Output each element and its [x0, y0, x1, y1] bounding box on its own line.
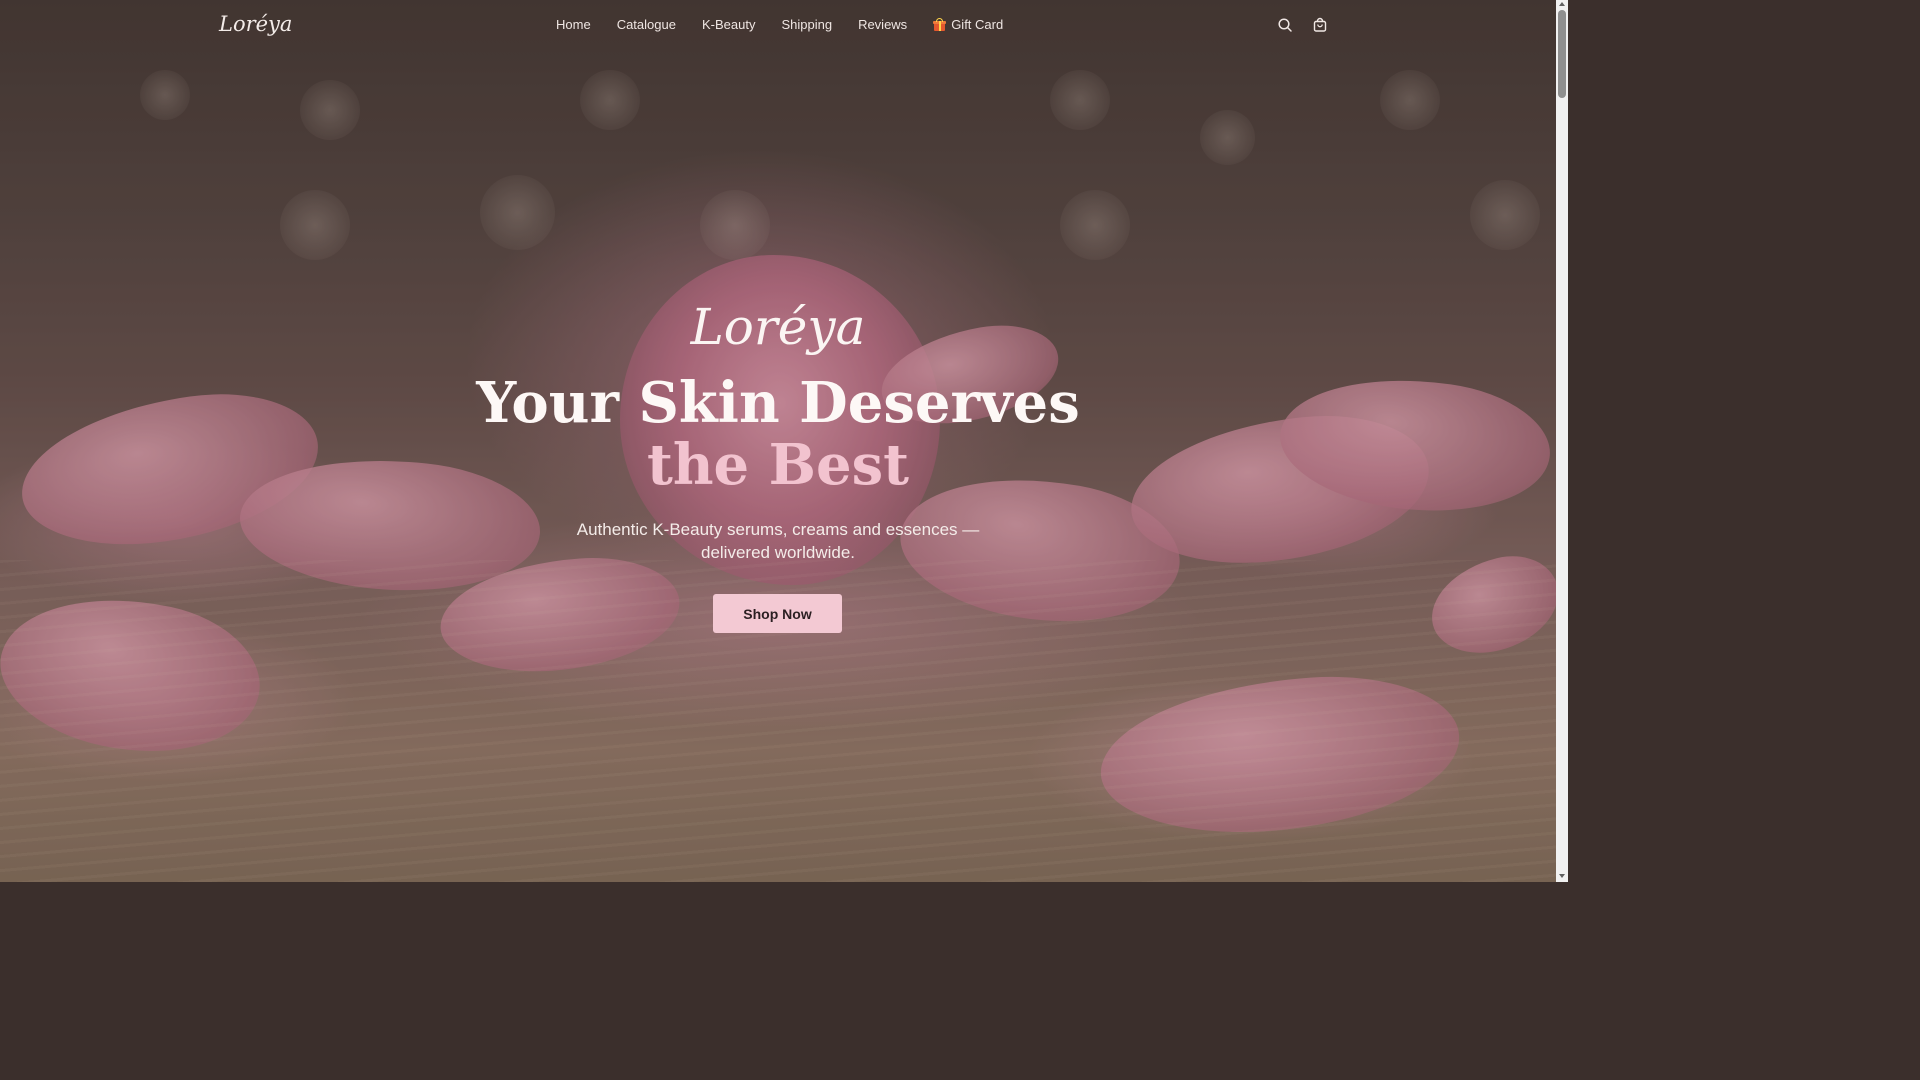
gift-icon [933, 18, 947, 31]
hero-subtitle: Authentic K-Beauty serums, creams and es… [576, 520, 980, 562]
hero-logo: Loréya [690, 298, 866, 356]
scroll-thumb[interactable] [1558, 10, 1566, 98]
shopping-bag-icon[interactable] [1312, 17, 1328, 33]
hero-title: Your Skin Deserves the Best [0, 372, 1556, 496]
hero-title-line1: Your Skin Deserves [476, 370, 1080, 436]
scroll-down-arrow-icon[interactable] [1559, 874, 1565, 878]
nav-link-home[interactable]: Home [556, 17, 591, 32]
nav-link-reviews[interactable]: Reviews [858, 17, 907, 32]
hero-title-line2: the Best [646, 432, 910, 498]
shop-now-button[interactable]: Shop Now [713, 594, 842, 633]
nav-link-k-beauty[interactable]: K-Beauty [702, 17, 755, 32]
search-icon[interactable] [1277, 17, 1293, 33]
nav-links: Home Catalogue K-Beauty Shipping Reviews… [556, 17, 1003, 32]
nav-link-catalogue[interactable]: Catalogue [617, 17, 676, 32]
nav-link-shipping[interactable]: Shipping [781, 17, 832, 32]
hero-background: Loréya Home Catalogue K-Beauty Shipping … [0, 0, 1556, 882]
page-scrollbar[interactable] [1556, 0, 1568, 882]
top-navigation: Loréya Home Catalogue K-Beauty Shipping … [0, 0, 1556, 54]
site-logo[interactable]: Loréya [219, 12, 292, 36]
scroll-up-arrow-icon[interactable] [1559, 2, 1565, 6]
nav-link-gift-card-label: Gift Card [951, 17, 1004, 32]
nav-link-gift-card[interactable]: Gift Card [933, 17, 1003, 32]
